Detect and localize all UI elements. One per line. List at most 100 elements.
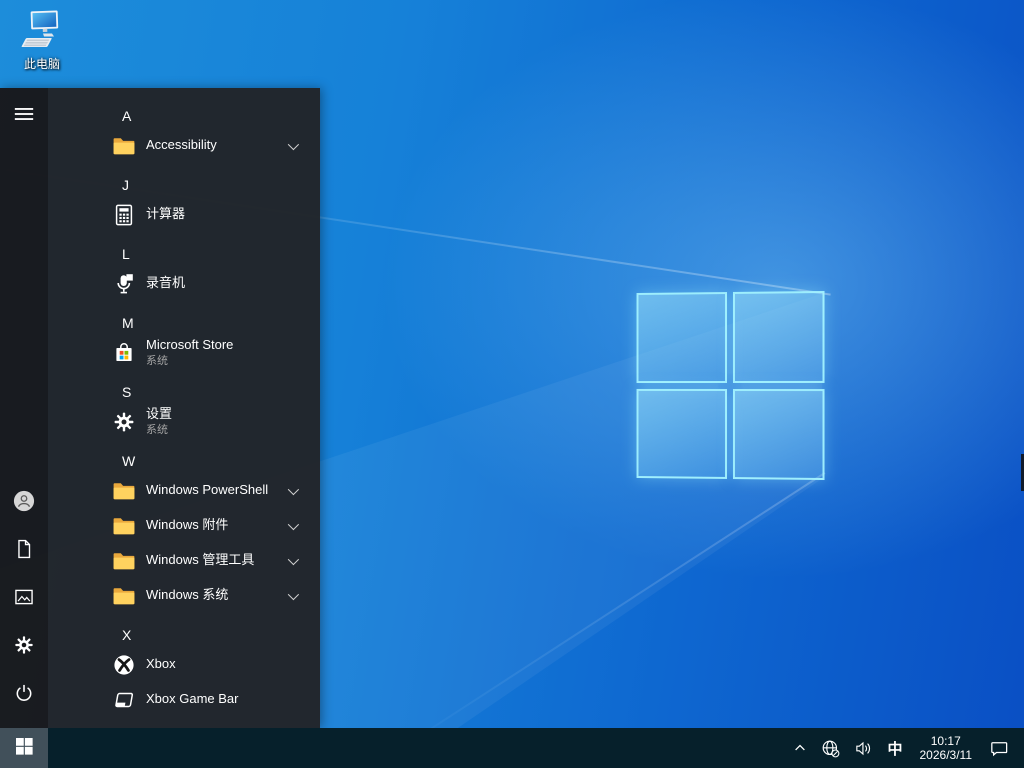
- computer-icon: [18, 8, 66, 54]
- pictures-button[interactable]: [4, 579, 44, 619]
- windows-start-icon: [16, 738, 33, 758]
- windows-logo-pane: [732, 389, 824, 481]
- power-icon: [13, 682, 35, 709]
- start-menu-rail: [0, 88, 48, 728]
- clock-time: 10:17: [931, 734, 961, 748]
- start-menu-item-windows-附件[interactable]: Windows 附件: [48, 508, 320, 543]
- section-letter: M: [122, 315, 134, 331]
- section-header-j[interactable]: J: [48, 163, 320, 197]
- taskbar-empty-area[interactable]: [48, 728, 788, 768]
- hamburger-button[interactable]: [4, 96, 44, 136]
- section-letter: X: [122, 627, 131, 643]
- user-button[interactable]: [4, 483, 44, 523]
- section-header-x[interactable]: X: [48, 613, 320, 647]
- app-text: Windows 附件: [146, 518, 228, 532]
- app-label: 设置: [146, 407, 172, 421]
- taskbar-clock[interactable]: 10:17 2026/3/11: [912, 734, 981, 762]
- app-text: 录音机: [146, 276, 185, 290]
- app-label: Windows 管理工具: [146, 553, 254, 567]
- folder-icon: [112, 479, 136, 503]
- folder-icon: [112, 584, 136, 608]
- desktop[interactable]: 此电脑 A Accessibility J 计算器 L 录音机 M Microsoft Sto…: [0, 0, 1024, 768]
- app-label: Xbox Game Bar: [146, 692, 239, 706]
- hamburger-icon: [13, 103, 35, 130]
- pictures-icon: [13, 586, 35, 613]
- start-menu-item-计算器[interactable]: 计算器: [48, 197, 320, 232]
- app-label: 计算器: [146, 207, 185, 221]
- start-menu-app-list: A Accessibility J 计算器 L 录音机 M Microsoft Store 系统…: [48, 88, 320, 728]
- power-button[interactable]: [4, 675, 44, 715]
- network-status-button[interactable]: [816, 728, 845, 768]
- section-letter: S: [122, 384, 131, 400]
- windows-logo-pane: [732, 291, 824, 383]
- app-text: Windows 系统: [146, 588, 228, 602]
- app-label: Accessibility: [146, 138, 217, 152]
- action-center-button[interactable]: [984, 728, 1014, 768]
- documents-button[interactable]: [4, 531, 44, 571]
- wallpaper-windows-logo: [637, 291, 825, 480]
- chevron-up-icon: [793, 741, 807, 755]
- gamebar-icon: [112, 688, 136, 712]
- start-menu-item-accessibility[interactable]: Accessibility: [48, 128, 320, 163]
- start-button[interactable]: [0, 728, 48, 768]
- app-text: Xbox Game Bar: [146, 692, 239, 706]
- app-text: Windows PowerShell: [146, 483, 268, 497]
- app-sublabel: 系统: [146, 424, 172, 436]
- this-pc-icon[interactable]: 此电脑: [10, 8, 74, 72]
- microphone-icon: [112, 272, 136, 296]
- chevron-down-icon[interactable]: [288, 588, 299, 599]
- settings-icon: [13, 634, 35, 661]
- settings-button[interactable]: [4, 627, 44, 667]
- chevron-down-icon[interactable]: [288, 553, 299, 564]
- gear-icon: [112, 410, 136, 434]
- volume-button[interactable]: [849, 728, 878, 768]
- start-menu-item-录音机[interactable]: 录音机: [48, 266, 320, 301]
- section-header-l[interactable]: L: [48, 232, 320, 266]
- app-text: Windows 管理工具: [146, 553, 254, 567]
- section-letter: A: [122, 108, 131, 124]
- folder-icon: [112, 549, 136, 573]
- start-menu-item-windows-系统[interactable]: Windows 系统: [48, 578, 320, 613]
- clock-date: 2026/3/11: [920, 748, 973, 762]
- start-menu-item-microsoft-store[interactable]: Microsoft Store 系统: [48, 335, 320, 370]
- action-center-icon: [989, 738, 1009, 758]
- app-label: 录音机: [146, 276, 185, 290]
- start-menu-item-windows-powershell[interactable]: Windows PowerShell: [48, 473, 320, 508]
- this-pc-label: 此电脑: [24, 55, 60, 72]
- calculator-icon: [112, 203, 136, 227]
- app-text: Accessibility: [146, 138, 217, 152]
- store-icon: [112, 341, 136, 365]
- chevron-down-icon[interactable]: [288, 483, 299, 494]
- section-header-w[interactable]: W: [48, 439, 320, 473]
- chevron-down-icon[interactable]: [288, 138, 299, 149]
- start-menu-item-windows-管理工具[interactable]: Windows 管理工具: [48, 543, 320, 578]
- chevron-down-icon[interactable]: [288, 518, 299, 529]
- show-hidden-icons-button[interactable]: [788, 728, 812, 768]
- start-menu-item-设置[interactable]: 设置系统: [48, 404, 320, 439]
- ime-indicator[interactable]: 中: [882, 728, 907, 768]
- app-label: Windows 系统: [146, 588, 228, 602]
- globe-no-internet-icon: [821, 739, 840, 758]
- system-tray: 中 10:17 2026/3/11: [788, 728, 1024, 768]
- speaker-icon: [854, 739, 873, 758]
- section-header-s[interactable]: S: [48, 370, 320, 404]
- windows-logo-pane: [637, 388, 727, 479]
- section-letter: L: [122, 246, 130, 262]
- app-label: Windows PowerShell: [146, 483, 268, 497]
- start-menu-item-xbox-game-bar[interactable]: Xbox Game Bar: [48, 682, 320, 717]
- app-text: Microsoft Store 系统: [146, 338, 233, 366]
- app-label: Xbox: [146, 657, 176, 671]
- app-label: Microsoft Store: [146, 338, 233, 352]
- folder-icon: [112, 134, 136, 158]
- section-header-m[interactable]: M: [48, 301, 320, 335]
- section-header-a[interactable]: A: [48, 94, 320, 128]
- app-sublabel: 系统: [146, 355, 233, 367]
- windows-logo-pane: [637, 292, 727, 383]
- start-menu-item-xbox[interactable]: Xbox: [48, 647, 320, 682]
- app-label: Windows 附件: [146, 518, 228, 532]
- rail-bottom-group: [4, 483, 44, 715]
- taskbar: 中 10:17 2026/3/11: [0, 728, 1024, 768]
- section-letter: W: [122, 453, 135, 469]
- documents-icon: [13, 538, 35, 565]
- user-icon: [13, 490, 35, 517]
